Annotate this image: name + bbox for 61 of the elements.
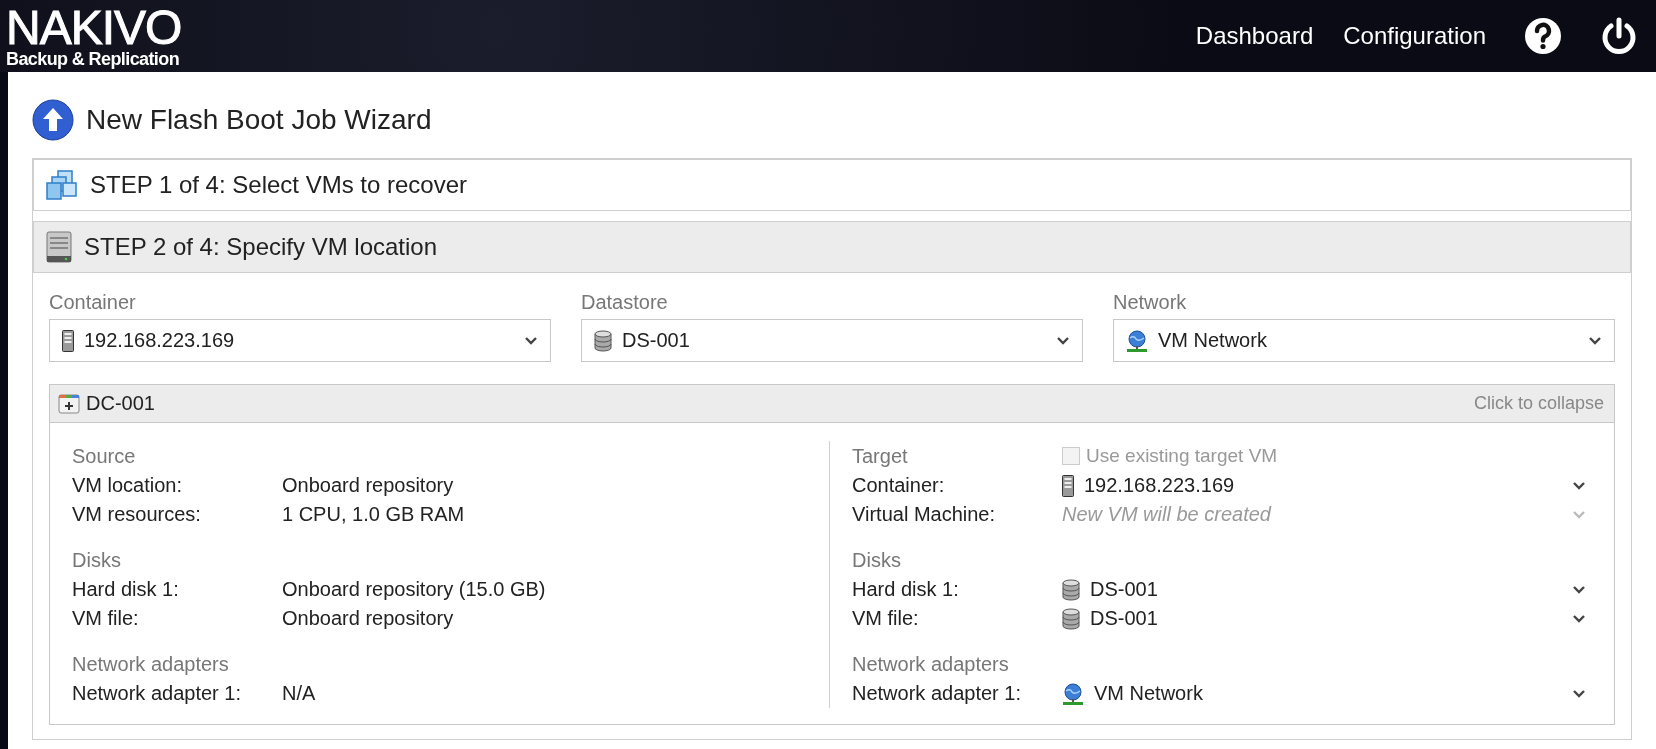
- help-button[interactable]: [1524, 17, 1562, 55]
- dropdown[interactable]: 192.168.223.169: [49, 319, 551, 362]
- row-value: N/A: [282, 682, 316, 705]
- dropdown[interactable]: VM Network: [1113, 319, 1615, 362]
- field-label: Network: [1113, 291, 1188, 314]
- chevron-down-icon: [1572, 613, 1586, 624]
- field-label: Container: [49, 291, 137, 314]
- row-label: VM file:: [852, 607, 920, 630]
- stacked-windows-icon: [46, 169, 78, 201]
- chevron-down-icon: [1572, 688, 1586, 699]
- chevron-down-icon: [1572, 480, 1586, 491]
- chevron-down-icon: [1572, 509, 1586, 520]
- help-icon: [1524, 17, 1562, 55]
- inline-dropdown[interactable]: DS-001: [1062, 578, 1592, 601]
- logo: NAKIVO Backup & Replication: [6, 4, 182, 68]
- row-label: Network adapter 1:: [72, 682, 242, 705]
- chevron-down-icon: [1056, 335, 1070, 346]
- inline-dropdown[interactable]: DS-001: [1062, 607, 1592, 630]
- server-icon: [62, 329, 74, 352]
- chevron-down-icon: [1572, 584, 1586, 595]
- field-label: Datastore: [581, 291, 669, 314]
- server-icon: [1062, 474, 1074, 497]
- chevron-down-icon: [1588, 335, 1602, 346]
- section-title: Network adapters: [72, 651, 230, 677]
- step-header[interactable]: STEP 1 of 4: Select VMs to recover: [33, 159, 1631, 211]
- section-title: Disks: [852, 547, 902, 573]
- row-label: VM resources:: [72, 503, 202, 526]
- row-label: VM file:: [72, 607, 140, 630]
- nav-link[interactable]: Configuration: [1343, 22, 1486, 50]
- row-label: Hard disk 1:: [852, 578, 960, 601]
- database-icon: [1062, 607, 1080, 630]
- row-label: Network adapter 1:: [852, 682, 1022, 705]
- nav-link[interactable]: Dashboard: [1195, 22, 1314, 50]
- database-icon: [1062, 578, 1080, 601]
- chevron-down-icon: [524, 335, 538, 346]
- wizard-title: New Flash Boot Job Wizard: [86, 104, 432, 136]
- network-globe-icon: [1126, 329, 1148, 352]
- power-icon: [1600, 17, 1638, 55]
- inline-dropdown[interactable]: 192.168.223.169: [1062, 474, 1592, 497]
- row-label: VM location:: [72, 474, 184, 497]
- section-title: Source: [72, 443, 137, 469]
- row-value: Onboard repository: [282, 474, 454, 497]
- row-label: Virtual Machine:: [852, 503, 997, 526]
- inline-dropdown[interactable]: VM Network: [1062, 682, 1592, 705]
- network-globe-icon: [1062, 682, 1084, 705]
- checkbox-label: Use existing target VM: [1086, 445, 1278, 467]
- dropdown[interactable]: DS-001: [581, 319, 1083, 362]
- step-header[interactable]: STEP 2 of 4: Specify VM location: [33, 221, 1631, 273]
- section-title: Network adapters: [852, 651, 1010, 677]
- server-tower-icon: [46, 231, 72, 263]
- section-title: Target: [852, 443, 909, 469]
- row-value: Onboard repository: [282, 607, 454, 630]
- group-name: DC-001: [86, 392, 155, 415]
- database-icon: [594, 329, 612, 352]
- row-value: Onboard repository (15.0 GB): [282, 578, 546, 601]
- row-label: Container:: [852, 474, 946, 497]
- row-value: 1 CPU, 1.0 GB RAM: [282, 503, 465, 526]
- plus-window-icon: [58, 393, 80, 414]
- row-label: Hard disk 1:: [72, 578, 180, 601]
- power-button[interactable]: [1600, 17, 1638, 55]
- section-title: Disks: [72, 547, 122, 573]
